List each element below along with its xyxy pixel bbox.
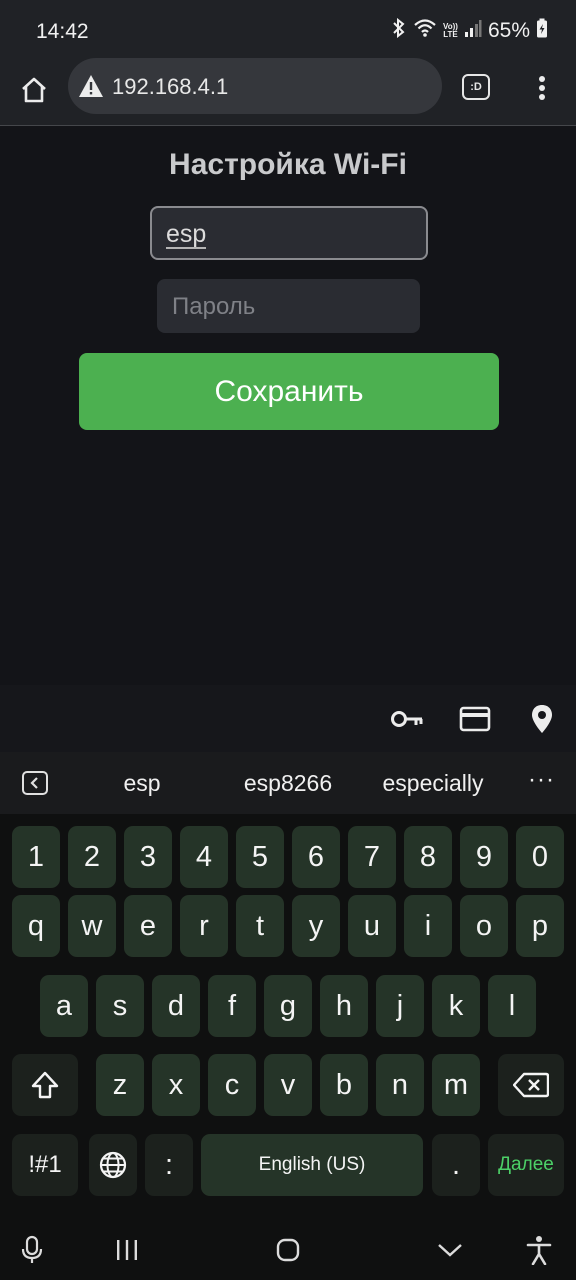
password-input[interactable]: Пароль xyxy=(157,279,420,333)
key-9[interactable]: 9 xyxy=(460,826,508,888)
key-x[interactable]: x xyxy=(152,1054,200,1116)
browser-toolbar: 192.168.4.1 :D xyxy=(0,58,576,126)
key-n[interactable]: n xyxy=(376,1054,424,1116)
key-d[interactable]: d xyxy=(152,975,200,1037)
key-a[interactable]: a xyxy=(40,975,88,1037)
key-h[interactable]: h xyxy=(320,975,368,1037)
more-vert-icon xyxy=(539,76,545,100)
shift-key[interactable] xyxy=(12,1054,78,1116)
key-w[interactable]: w xyxy=(68,895,116,957)
backspace-key[interactable] xyxy=(498,1054,564,1116)
symbols-key[interactable]: !#1 xyxy=(12,1134,78,1196)
password-placeholder: Пароль xyxy=(172,293,256,320)
recent-apps-icon xyxy=(117,1240,137,1260)
key-5[interactable]: 5 xyxy=(236,826,284,888)
period-key[interactable]: . xyxy=(432,1134,480,1196)
key-7[interactable]: 7 xyxy=(348,826,396,888)
suggestion-strip: esp esp8266 especially ··· xyxy=(0,752,576,814)
status-bar: 14:42 Vo)) LTE 65% xyxy=(0,0,576,58)
suggestion-1[interactable]: esp xyxy=(102,770,182,797)
key-0[interactable]: 0 xyxy=(516,826,564,888)
key-m[interactable]: m xyxy=(432,1054,480,1116)
key-l[interactable]: l xyxy=(488,975,536,1037)
key-i[interactable]: i xyxy=(404,895,452,957)
wifi-icon xyxy=(413,18,437,43)
save-button[interactable]: Сохранить xyxy=(79,353,499,430)
collapse-toolbar-button[interactable] xyxy=(22,771,48,795)
suggestion-2[interactable]: esp8266 xyxy=(226,770,350,797)
comma-key[interactable]: : xyxy=(145,1134,193,1196)
key-p[interactable]: p xyxy=(516,895,564,957)
key-b[interactable]: b xyxy=(320,1054,368,1116)
key-o[interactable]: o xyxy=(460,895,508,957)
tab-switcher-icon: :D xyxy=(462,74,490,100)
key-v[interactable]: v xyxy=(264,1054,312,1116)
tab-switcher-button[interactable]: :D xyxy=(460,72,492,102)
key-e[interactable]: e xyxy=(124,895,172,957)
battery-percent: 65% xyxy=(487,18,530,42)
battery-icon xyxy=(536,18,548,43)
chevron-down-icon xyxy=(438,1244,462,1257)
hide-keyboard-button[interactable] xyxy=(432,1232,468,1268)
key-c[interactable]: c xyxy=(208,1054,256,1116)
status-time: 14:42 xyxy=(36,20,89,43)
suggestion-3[interactable]: especially xyxy=(368,770,498,797)
next-key[interactable]: Далее xyxy=(488,1134,564,1196)
volte-lte-icon: Vo)) LTE xyxy=(443,22,458,39)
key-3[interactable]: 3 xyxy=(124,826,172,888)
address-bar[interactable]: 192.168.4.1 xyxy=(68,58,442,114)
more-menu-button[interactable] xyxy=(528,70,556,106)
key-t[interactable]: t xyxy=(236,895,284,957)
key-j[interactable]: j xyxy=(376,975,424,1037)
accessibility-button[interactable] xyxy=(521,1232,557,1268)
key-k[interactable]: k xyxy=(432,975,480,1037)
home-icon xyxy=(22,77,46,103)
home-button[interactable] xyxy=(14,70,54,110)
keyboard: 1 2 3 4 5 6 7 8 9 0 q w e r t y u i o p … xyxy=(0,814,576,1220)
credit-card-icon[interactable] xyxy=(458,703,492,735)
navigation-bar xyxy=(0,1220,576,1280)
key-z[interactable]: z xyxy=(96,1054,144,1116)
key-q[interactable]: q xyxy=(12,895,60,957)
ssid-value[interactable]: esp xyxy=(166,221,207,249)
microphone-icon xyxy=(21,1235,43,1263)
bluetooth-icon xyxy=(391,17,407,43)
key-icon[interactable] xyxy=(390,703,424,735)
signal-icon xyxy=(464,18,482,43)
home-nav-icon xyxy=(276,1238,300,1262)
autofill-bar xyxy=(0,685,576,752)
key-g[interactable]: g xyxy=(264,975,312,1037)
lte-label: LTE xyxy=(443,29,458,39)
recent-apps-button[interactable] xyxy=(109,1232,145,1268)
status-icons: Vo)) LTE 65% xyxy=(391,17,548,43)
accessibility-icon xyxy=(526,1236,552,1265)
key-s[interactable]: s xyxy=(96,975,144,1037)
globe-icon xyxy=(99,1151,127,1179)
key-r[interactable]: r xyxy=(180,895,228,957)
page-title: Настройка Wi-Fi xyxy=(169,148,407,181)
key-2[interactable]: 2 xyxy=(68,826,116,888)
key-f[interactable]: f xyxy=(208,975,256,1037)
home-nav-button[interactable] xyxy=(270,1232,306,1268)
backspace-icon xyxy=(513,1072,549,1098)
key-y[interactable]: y xyxy=(292,895,340,957)
more-suggestions-button[interactable]: ··· xyxy=(528,766,555,794)
warning-icon[interactable] xyxy=(78,74,104,98)
shift-icon xyxy=(31,1071,59,1099)
key-8[interactable]: 8 xyxy=(404,826,452,888)
url-text[interactable]: 192.168.4.1 xyxy=(112,74,228,100)
location-pin-icon[interactable] xyxy=(525,703,559,735)
ssid-input[interactable]: esp xyxy=(150,206,428,260)
key-1[interactable]: 1 xyxy=(12,826,60,888)
voice-input-button[interactable] xyxy=(14,1232,50,1268)
key-6[interactable]: 6 xyxy=(292,826,340,888)
key-u[interactable]: u xyxy=(348,895,396,957)
language-key[interactable] xyxy=(89,1134,137,1196)
space-key[interactable]: English (US) xyxy=(201,1134,423,1196)
key-4[interactable]: 4 xyxy=(180,826,228,888)
chevron-left-icon xyxy=(30,777,38,789)
